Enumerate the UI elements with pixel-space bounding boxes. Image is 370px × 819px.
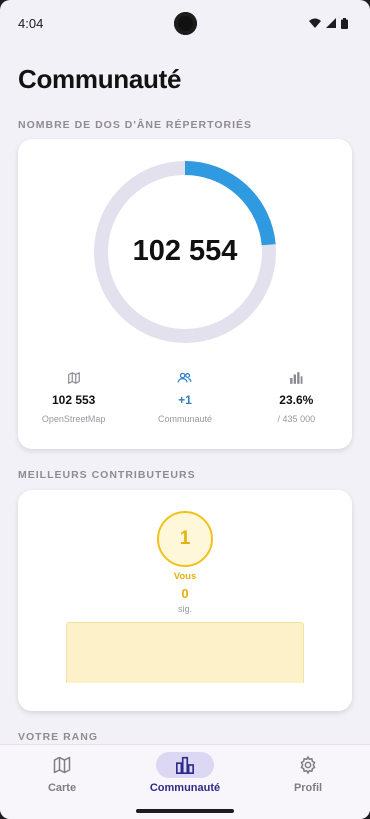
- page-title: Communauté: [18, 64, 182, 94]
- you-contribution-unit: sig.: [177, 604, 192, 614]
- you-contribution-count: 0: [181, 586, 189, 601]
- nav-item-communaute[interactable]: Communauté: [135, 752, 235, 794]
- stat-value: +1: [178, 393, 192, 407]
- podium-bar: [66, 622, 304, 683]
- stats-row: 102 553 OpenStreetMap +1 Communauté 23.6…: [18, 369, 352, 424]
- map-icon: [67, 372, 80, 384]
- screen: 4:04 Communauté NOMBRE DE DOS D'ÂNE RÉPE…: [0, 0, 370, 819]
- progress-donut: 102 554: [90, 157, 280, 347]
- status-time: 4:04: [18, 15, 44, 31]
- count-card: 102 554 102 553 OpenStreetMap +1 Communa…: [18, 139, 352, 449]
- stat-goal: 23.6% / 435 000: [241, 369, 352, 424]
- section-label-count: NOMBRE DE DOS D'ÂNE RÉPERTORIÉS: [18, 119, 252, 131]
- section-label-your-rank: VOTRE RANG: [18, 731, 99, 743]
- nav-item-carte[interactable]: Carte: [12, 752, 112, 794]
- contributors-card: 1 Vous 0 sig.: [18, 490, 352, 711]
- rank-badge: 1: [157, 511, 213, 567]
- stat-label: Communauté: [157, 414, 212, 424]
- bar-chart-icon: [290, 372, 303, 384]
- signal-icon: [326, 18, 336, 28]
- map-icon: [53, 756, 71, 774]
- stat-community: +1 Communauté: [129, 369, 240, 424]
- wifi-icon: [309, 18, 321, 28]
- stat-openstreetmap: 102 553 OpenStreetMap: [18, 369, 129, 424]
- nav-label: Communauté: [149, 782, 221, 794]
- nav-label: Carte: [47, 782, 77, 794]
- bottom-navigation: Carte Communauté Profil: [0, 744, 370, 819]
- you-label: Vous: [173, 571, 197, 582]
- bar-chart-icon: [176, 756, 194, 774]
- stat-label: OpenStreetMap: [41, 414, 106, 424]
- section-label-top-contributors: MEILLEURS CONTRIBUTEURS: [18, 469, 196, 481]
- gear-icon: [300, 755, 316, 775]
- total-count: 102 554: [132, 235, 238, 267]
- nav-label: Profil: [293, 782, 323, 794]
- users-icon: [178, 372, 192, 383]
- battery-icon: [341, 17, 348, 29]
- home-indicator: [136, 809, 234, 813]
- stat-value: 23.6%: [279, 393, 314, 407]
- front-camera: [174, 12, 197, 35]
- nav-item-profil[interactable]: Profil: [258, 752, 358, 794]
- stat-value: 102 553: [51, 393, 96, 407]
- stat-label: / 435 000: [277, 414, 316, 424]
